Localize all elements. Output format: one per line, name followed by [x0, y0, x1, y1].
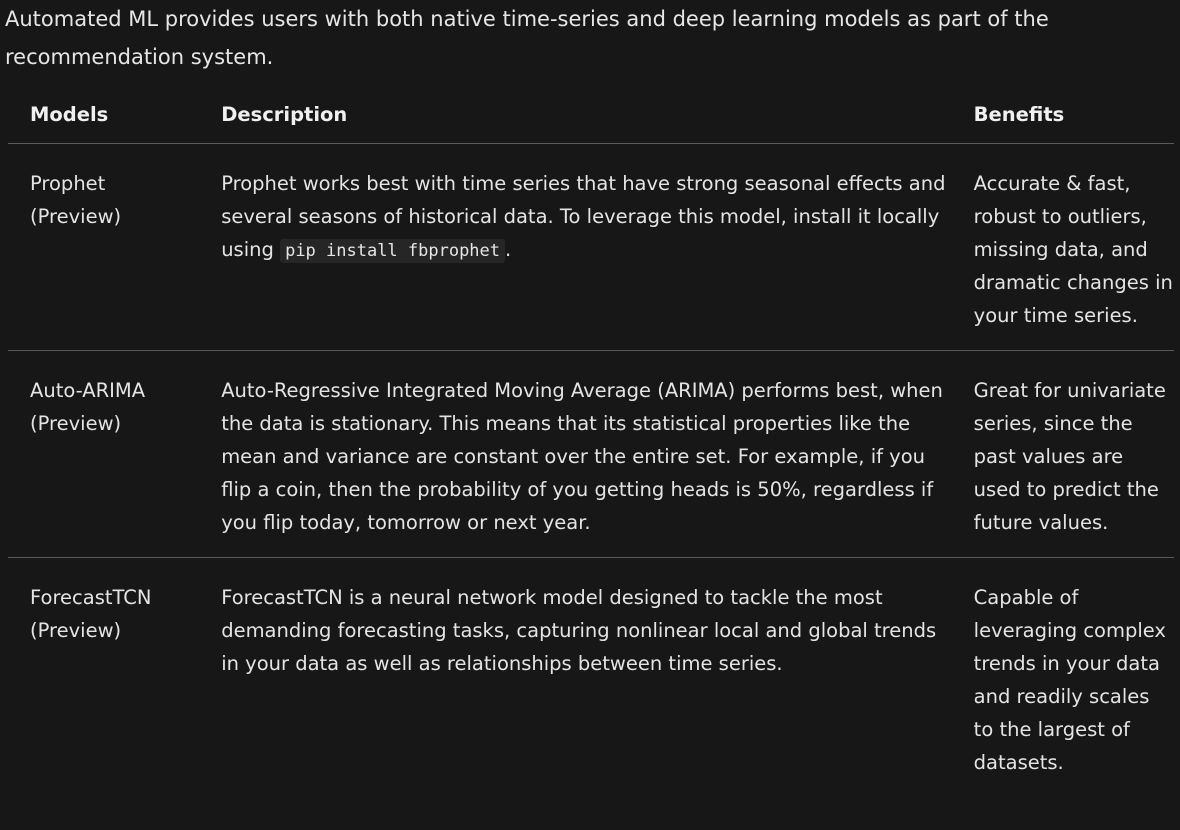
model-name: Prophet (Preview) — [8, 143, 200, 351]
intro-paragraph: Automated ML provides users with both na… — [5, 7, 1049, 69]
model-benefits: Accurate & fast, robust to outliers, mis… — [951, 143, 1174, 351]
model-description: Prophet works best with time series that… — [199, 143, 952, 351]
table-header-row: Models Description Benefits — [8, 86, 1174, 144]
model-benefits: Great for univariate series, since the p… — [951, 350, 1174, 558]
models-table: Models Description Benefits Prophet (Pre… — [8, 86, 1174, 797]
model-description: Auto-Regressive Integrated Moving Averag… — [199, 350, 952, 558]
table-row: ForecastTCN (Preview) ForecastTCN is a n… — [8, 558, 1174, 798]
model-name: Auto-ARIMA (Preview) — [8, 350, 200, 558]
table-row: Prophet (Preview) Prophet works best wit… — [8, 143, 1174, 351]
inline-code: pip install fbprophet — [280, 239, 506, 263]
header-description: Description — [199, 86, 952, 144]
description-end: . — [505, 238, 512, 261]
model-name: ForecastTCN (Preview) — [30, 586, 152, 642]
header-models: Models — [8, 86, 200, 144]
header-benefits: Benefits — [951, 86, 1174, 144]
model-description: ForecastTCN is a neural network model de… — [221, 586, 937, 675]
table-row: Auto-ARIMA (Preview) Auto-Regressive Int… — [8, 350, 1174, 558]
model-benefits: Capable of leveraging complex trends in … — [973, 586, 1166, 774]
